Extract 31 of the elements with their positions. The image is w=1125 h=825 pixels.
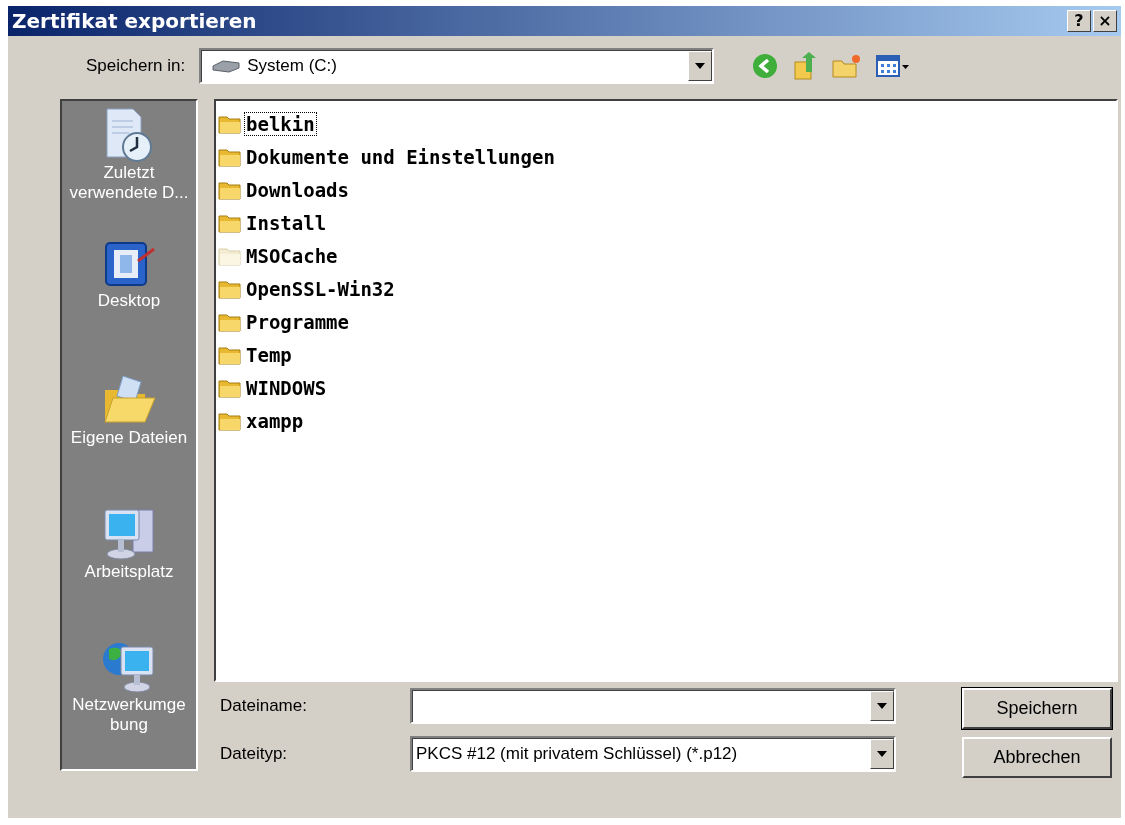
- drive-icon: [211, 58, 242, 74]
- file-type-label: Dateityp:: [219, 744, 289, 764]
- save-in-label: Speichern in:: [86, 56, 186, 76]
- new-folder-icon[interactable]: [832, 53, 863, 79]
- file-name-label: Dateiname:: [219, 696, 308, 716]
- save-button[interactable]: Speichern: [962, 688, 1112, 729]
- cancel-button[interactable]: Abbrechen: [962, 737, 1112, 778]
- folder-item[interactable]: Temp: [218, 338, 1116, 371]
- folder-item[interactable]: OpenSSL-Win32: [218, 272, 1116, 305]
- help-button[interactable]: ?: [1067, 10, 1091, 32]
- save-in-dropdown[interactable]: System (C:): [199, 48, 715, 84]
- back-icon[interactable]: [752, 53, 779, 79]
- places-item[interactable]: Eigene Dateien: [62, 371, 196, 505]
- places-item[interactable]: Zuletzt verwendete D...: [62, 107, 196, 240]
- file-type-dropdown[interactable]: PKCS #12 (mit privatem Schlüssel) (*.p12): [410, 736, 896, 772]
- folder-item[interactable]: Downloads: [218, 173, 1116, 206]
- places-item[interactable]: Desktop: [62, 239, 196, 372]
- file-name-field[interactable]: [410, 688, 896, 724]
- places-item[interactable]: Netzwerkumge bung: [62, 636, 196, 770]
- folder-item[interactable]: belkin: [218, 107, 1116, 140]
- places-item[interactable]: Arbeitsplatz: [62, 504, 196, 637]
- folder-item[interactable]: xampp: [218, 404, 1116, 437]
- folder-item[interactable]: MSOCache: [218, 239, 1116, 272]
- clock-document-icon: [103, 107, 155, 163]
- close-button[interactable]: ×: [1093, 10, 1117, 32]
- folder-item[interactable]: Programme: [218, 305, 1116, 338]
- window-title: Zertifikat exportieren: [12, 9, 257, 33]
- view-menu-icon[interactable]: [876, 54, 911, 78]
- folder-item[interactable]: Install: [218, 206, 1116, 239]
- folder-item[interactable]: Dokumente und Einstellungen: [218, 140, 1116, 173]
- folder-item[interactable]: WINDOWS: [218, 371, 1116, 404]
